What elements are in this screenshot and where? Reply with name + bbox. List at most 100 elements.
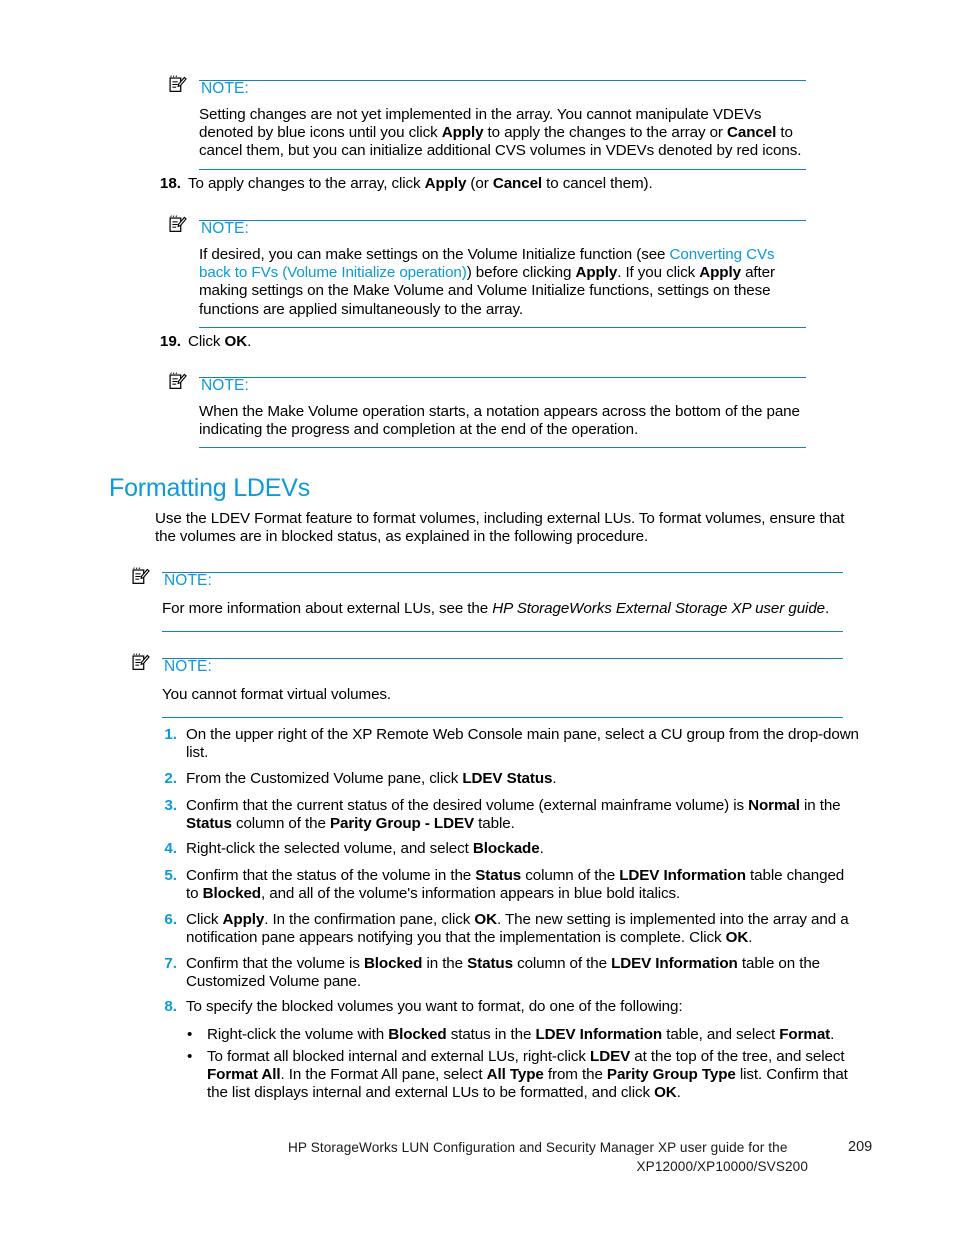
b2-t5: All Type — [486, 1066, 544, 1084]
note-pad-pencil-icon — [131, 567, 150, 586]
note4-guide-title: HP StorageWorks External Storage XP user… — [492, 600, 826, 617]
p8-t0: To specify the blocked volumes you want … — [186, 998, 683, 1015]
p4-t1: Blockade — [472, 840, 540, 857]
note-body-3: When the Make Volume operation starts, a… — [199, 393, 806, 448]
p6-t3: OK — [474, 911, 498, 928]
note4-b: . — [825, 600, 830, 617]
note-header: NOTE: — [131, 566, 843, 589]
footer-line-1: HP StorageWorks LUN Configuration and Se… — [288, 1140, 788, 1155]
p5-t3: LDEV Information — [619, 867, 746, 884]
step19-a: Click — [188, 333, 225, 350]
section-intro-paragraph: Use the LDEV Format feature to format vo… — [155, 510, 845, 546]
step18-cancel-bold: Cancel — [492, 175, 543, 192]
procedure-step-2: 2. From the Customized Volume pane, clic… — [155, 770, 860, 788]
p7-t5: LDEV Information — [611, 955, 738, 972]
note-label: NOTE: — [201, 80, 249, 97]
step18-d: to cancel them). — [542, 175, 653, 192]
procedure-step-7-number: 7. — [164, 955, 177, 972]
note-top-rule — [162, 572, 843, 573]
step18-a: To apply changes to the array, click — [188, 175, 425, 192]
procedure-step-5-text: Confirm that the status of the volume in… — [186, 867, 860, 903]
page-title: Formatting LDEVs — [109, 474, 311, 502]
procedure-step-2-number: 2. — [164, 770, 177, 787]
procedure-step-2-text: From the Customized Volume pane, click L… — [186, 770, 860, 788]
footer-line-2: XP12000/XP10000/SVS200 — [636, 1159, 808, 1174]
note-bottom-rule — [199, 326, 806, 328]
b1-t2: status in the — [446, 1026, 536, 1043]
p5-t6: , and all of the volume's information ap… — [260, 885, 681, 903]
note2-apply-bold-1: Apply — [575, 264, 618, 282]
p6-t2: . In the confirmation pane, click — [264, 911, 475, 928]
note-label: NOTE: — [164, 572, 212, 589]
note-top-rule — [199, 377, 806, 378]
procedure-step-8-text: To specify the blocked volumes you want … — [186, 998, 860, 1016]
b2-t0: To format all blocked internal and exter… — [207, 1048, 591, 1065]
bullet-item-1: • Right-click the volume with Blocked st… — [187, 1026, 860, 1044]
p7-t0: Confirm that the volume is — [186, 955, 364, 972]
note-block-5: NOTE: You cannot format virtual volumes. — [131, 652, 843, 719]
p2-t2: . — [552, 770, 557, 787]
p6-t0: Click — [186, 911, 223, 928]
step18-c: (or — [466, 175, 493, 192]
note-bottom-rule — [162, 631, 843, 633]
note-label: NOTE: — [164, 658, 212, 675]
note-block-4: NOTE: For more information about externa… — [131, 566, 843, 633]
procedure-step-4-text: Right-click the selected volume, and sel… — [186, 840, 860, 858]
bullet-item-2: • To format all blocked internal and ext… — [187, 1048, 860, 1103]
b2-t9: OK — [654, 1084, 677, 1102]
note3-text: When the Make Volume operation starts, a… — [199, 403, 800, 439]
note-pad-pencil-icon — [131, 653, 150, 672]
b2-t3: Format All — [207, 1066, 281, 1084]
note-bottom-rule — [162, 717, 843, 719]
note2-d: . If you click — [617, 264, 700, 282]
p1-t0: On the upper right of the XP Remote Web … — [186, 726, 859, 762]
procedure-step-5: 5. Confirm that the status of the volume… — [155, 867, 860, 903]
step19-c: . — [247, 333, 252, 350]
b1-t5: Format — [779, 1026, 831, 1043]
p2-t0: From the Customized Volume pane, click — [186, 770, 463, 787]
step-18: 18. To apply changes to the array, click… — [155, 175, 815, 193]
p2-t1: LDEV Status — [462, 770, 553, 787]
bullet-dot: • — [187, 1026, 193, 1043]
step-19: 19. Click OK. — [155, 333, 815, 351]
procedure-step-6-number: 6. — [164, 911, 177, 928]
step19-ok-bold: OK — [224, 333, 248, 350]
note-pad-pencil-icon — [168, 372, 187, 391]
p7-t3: Status — [467, 955, 513, 972]
procedure-step-4-number: 4. — [164, 840, 177, 857]
note-pad-pencil-icon — [168, 75, 187, 94]
b2-t6: from the — [543, 1066, 607, 1084]
note-label: NOTE: — [201, 220, 249, 237]
note1-text-c: to apply the changes to the array or — [483, 124, 728, 142]
p4-t0: Right-click the selected volume, and sel… — [186, 840, 473, 857]
b1-t1: Blocked — [388, 1026, 447, 1043]
note-block-3: NOTE: When the Make Volume operation sta… — [168, 371, 806, 449]
bullet-dot: • — [187, 1048, 193, 1065]
note-bottom-rule — [199, 447, 806, 449]
b2-t7: Parity Group Type — [606, 1066, 736, 1084]
procedure-step-1-text: On the upper right of the XP Remote Web … — [186, 726, 860, 762]
p3-t2: in the — [799, 797, 841, 814]
step18-apply-bold: Apply — [424, 175, 467, 192]
procedure-step-8: 8. To specify the blocked volumes you wa… — [155, 998, 860, 1016]
note2-b: ) before clicking — [466, 264, 576, 282]
procedure-step-1: 1. On the upper right of the XP Remote W… — [155, 726, 860, 762]
p4-t2: . — [539, 840, 544, 857]
procedure-step-3-text: Confirm that the current status of the d… — [186, 797, 860, 833]
step-18-number: 18. — [159, 175, 181, 192]
note-body-4: For more information about external LUs,… — [162, 588, 843, 632]
note-body-1: Setting changes are not yet implemented … — [199, 96, 806, 170]
footer-guide-title: HP StorageWorks LUN Configuration and Se… — [288, 1138, 808, 1176]
step-19-text: Click OK. — [188, 333, 815, 351]
b1-t6: . — [830, 1026, 835, 1043]
p6-t1: Apply — [222, 911, 265, 928]
p5-t0: Confirm that the status of the volume in… — [186, 867, 476, 884]
b2-t4: . In the Format All pane, select — [280, 1066, 487, 1084]
bullet-item-2-text: To format all blocked internal and exter… — [207, 1048, 860, 1103]
note1-cancel-bold: Cancel — [727, 124, 777, 142]
footer-page-number: 209 — [848, 1139, 873, 1155]
p6-t6: . — [748, 929, 753, 947]
p3-t5: Parity Group - LDEV — [329, 815, 475, 833]
procedure-step-1-number: 1. — [164, 726, 177, 743]
note5-text: You cannot format virtual volumes. — [162, 686, 392, 703]
